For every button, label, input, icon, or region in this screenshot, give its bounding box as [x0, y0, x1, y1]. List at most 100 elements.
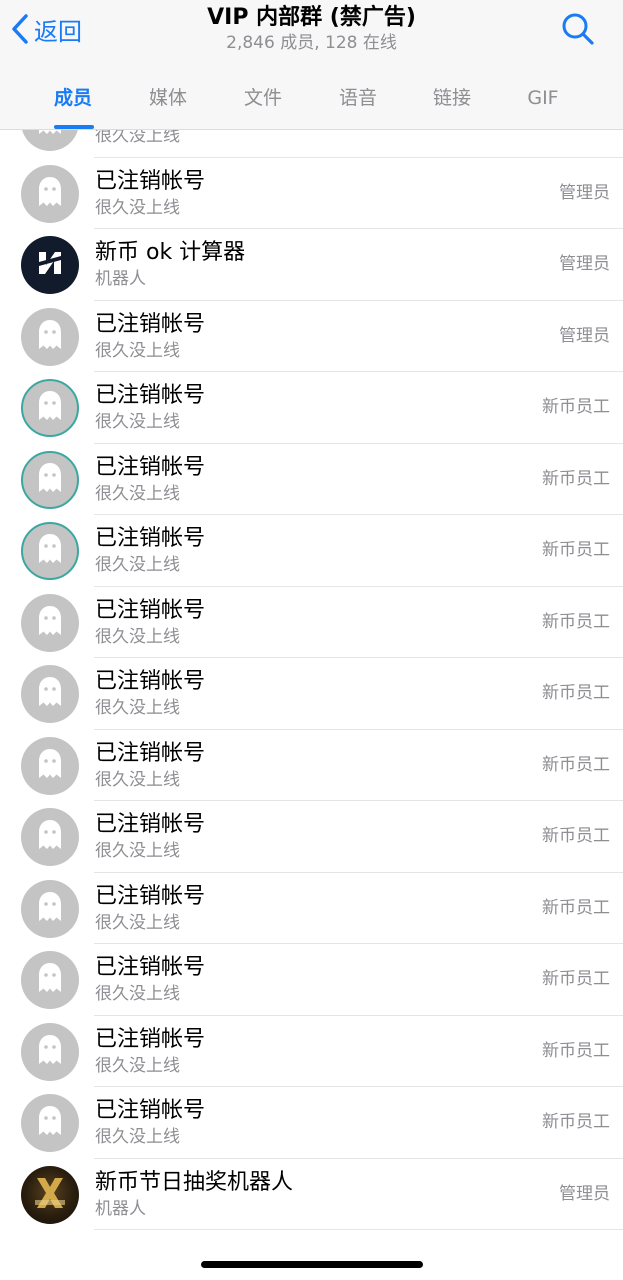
- member-role-badge: 新币员工: [542, 468, 610, 489]
- member-row[interactable]: 已注销帐号很久没上线 新币员工: [0, 730, 623, 801]
- ghost-icon: [35, 389, 65, 427]
- member-status: 很久没上线: [95, 340, 180, 361]
- member-status: 很久没上线: [95, 841, 180, 861]
- tab-gif[interactable]: GIF: [503, 80, 583, 116]
- avatar[interactable]: [21, 379, 79, 437]
- member-row[interactable]: 已注销帐号很久没上线 新币员工: [0, 801, 623, 873]
- ghost-icon: [35, 1033, 65, 1071]
- avatar[interactable]: [21, 808, 79, 866]
- tab-voice[interactable]: 语音: [318, 80, 398, 116]
- avatar[interactable]: [21, 236, 79, 294]
- member-name: 已注销帐号: [95, 883, 206, 909]
- member-row[interactable]: 已注销帐号很久没上线 新币员工: [0, 873, 623, 944]
- avatar[interactable]: [21, 307, 79, 366]
- member-row[interactable]: 已注销帐号 很久没上线 新币员工: [0, 658, 623, 730]
- chevron-left-icon: [10, 13, 30, 45]
- member-role-badge: 管理员: [559, 1183, 610, 1204]
- ghost-icon: [35, 1104, 65, 1142]
- member-name: 已注销帐号: [95, 526, 206, 551]
- member-role-badge: 管理员: [559, 325, 610, 346]
- member-row[interactable]: 已注销帐号 很久没上线 新币员工: [0, 515, 623, 587]
- member-row[interactable]: 已注销帐号 很久没上线 管理员: [0, 301, 623, 372]
- member-role-badge: 新币员工: [542, 1112, 610, 1132]
- member-row[interactable]: 已注销帐号很久没上线 新币员工: [0, 587, 623, 658]
- member-name: 已注销帐号: [95, 597, 206, 623]
- member-status: 机器人: [95, 269, 146, 289]
- avatar[interactable]: [21, 593, 79, 652]
- member-role-badge: 新币员工: [542, 754, 610, 775]
- tab-links[interactable]: 链接: [412, 80, 492, 116]
- member-status: 很久没上线: [95, 626, 180, 647]
- avatar[interactable]: [21, 665, 79, 723]
- member-row[interactable]: 已注销帐号很久没上线 新币员工: [0, 444, 623, 515]
- ghost-icon: [35, 818, 65, 856]
- member-role-badge: 新币员工: [542, 397, 610, 417]
- member-status: 机器人: [95, 1198, 146, 1219]
- member-role-badge: 管理员: [559, 254, 610, 274]
- row-divider: [94, 1229, 623, 1230]
- avatar[interactable]: [21, 164, 79, 223]
- ghost-icon: [35, 461, 65, 499]
- member-role-badge: 新币员工: [542, 1040, 610, 1061]
- home-indicator: [201, 1261, 423, 1268]
- ghost-icon: [35, 675, 65, 713]
- search-button[interactable]: [558, 10, 598, 50]
- member-name: 已注销帐号: [95, 955, 206, 980]
- avatar[interactable]: [21, 951, 79, 1009]
- avatar[interactable]: [21, 879, 79, 938]
- ghost-icon: [35, 318, 65, 356]
- avatar[interactable]: [21, 522, 79, 580]
- member-status: 很久没上线: [95, 483, 180, 504]
- member-status: 很久没上线: [95, 412, 180, 432]
- member-status: 很久没上线: [95, 698, 180, 718]
- tab-media[interactable]: 媒体: [128, 80, 208, 116]
- member-name: 新币节日抽奖机器人: [95, 1169, 294, 1195]
- member-count-subtitle: 2,846 成员, 128 在线: [226, 33, 397, 53]
- member-row[interactable]: 已注销帐号很久没上线 新币员工: [0, 1016, 623, 1087]
- member-role-badge: 新币员工: [542, 826, 610, 846]
- member-row[interactable]: 已注销帐号 很久没上线 新币员工: [0, 1087, 623, 1159]
- member-row[interactable]: 已注销帐号很久没上线 管理员: [0, 158, 623, 229]
- member-row[interactable]: 已注销帐号很久没上线 新币员工: [0, 372, 623, 444]
- member-name: 已注销帐号: [95, 1026, 206, 1052]
- member-name: 已注销帐号: [95, 454, 206, 480]
- member-name: 已注销帐号: [95, 383, 206, 408]
- tab-members[interactable]: 成员: [33, 80, 113, 116]
- avatar[interactable]: [21, 1165, 79, 1224]
- ghost-icon: [35, 604, 65, 642]
- member-row[interactable]: 已注销帐号 很久没上线 新币员工: [0, 944, 623, 1016]
- member-status: 很久没上线: [95, 984, 180, 1004]
- member-status: 很久没上线: [95, 769, 180, 790]
- ghost-icon: [35, 747, 65, 785]
- tab-files[interactable]: 文件: [223, 80, 303, 116]
- ghost-icon: [35, 532, 65, 570]
- bot-logo-n-icon: [33, 246, 67, 284]
- member-status: 很久没上线: [95, 197, 180, 218]
- member-role-badge: 新币员工: [542, 897, 610, 918]
- avatar[interactable]: [21, 450, 79, 509]
- bot-logo-x-icon: [27, 1170, 73, 1220]
- member-row[interactable]: 新币 ok 计算器机器人 管理员: [0, 229, 623, 301]
- search-icon: [558, 13, 598, 54]
- tab-bar: 成员 媒体 文件 语音 链接 GIF: [0, 74, 623, 130]
- ghost-icon: [35, 961, 65, 999]
- member-row[interactable]: 新币节日抽奖机器人机器人 管理员: [0, 1159, 623, 1230]
- member-status: 很久没上线: [95, 1127, 180, 1147]
- avatar[interactable]: [21, 736, 79, 795]
- member-list[interactable]: 很久没上线 已注销帐号 很久没上线 管理员 新币 ok 计算器 机器人 管理员 已注销帐号 很久…: [0, 86, 623, 1230]
- member-status: 很久没上线: [95, 912, 180, 933]
- back-button[interactable]: 返回: [10, 10, 82, 48]
- avatar[interactable]: [21, 1094, 79, 1152]
- member-role-badge: 新币员工: [542, 683, 610, 703]
- page-title: VIP 内部群 (禁广告): [207, 5, 416, 30]
- member-status: 很久没上线: [95, 555, 180, 575]
- avatar[interactable]: [21, 1022, 79, 1081]
- member-role-badge: 新币员工: [542, 611, 610, 632]
- member-name: 已注销帐号: [95, 168, 206, 194]
- member-name: 已注销帐号: [95, 812, 206, 837]
- member-status: 很久没上线: [95, 1055, 180, 1076]
- member-role-badge: 管理员: [559, 182, 610, 203]
- tab-active-indicator: [54, 125, 94, 129]
- member-name: 已注销帐号: [95, 740, 206, 766]
- member-name: 新币 ok 计算器: [95, 240, 246, 265]
